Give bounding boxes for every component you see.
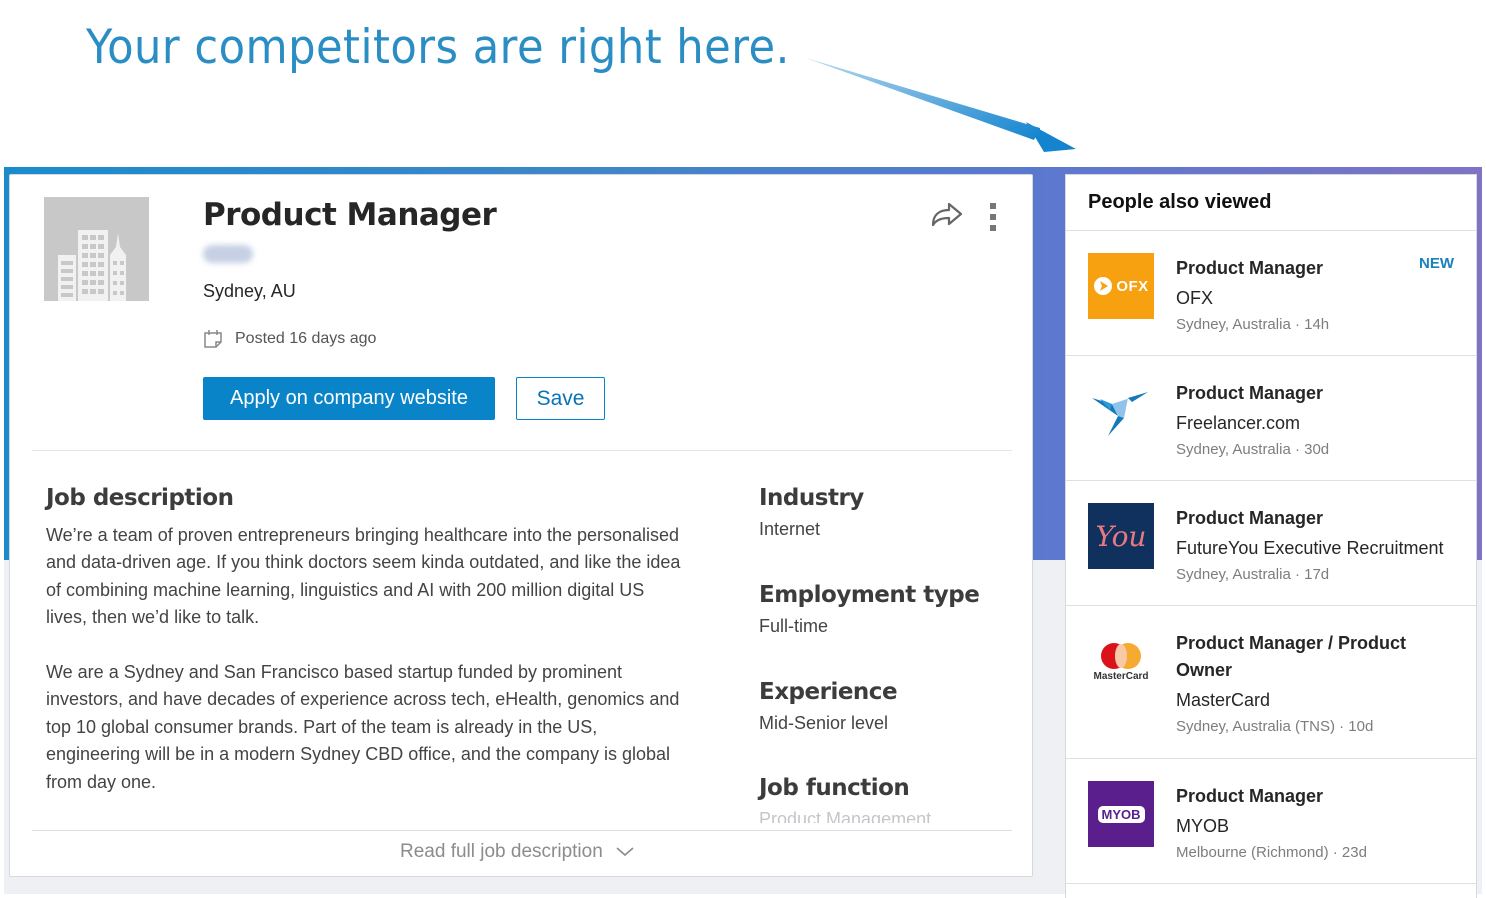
- list-item[interactable]: OFX Product Manager OFX Sydney, Australi…: [1066, 231, 1476, 356]
- ofx-logo-text: OFX: [1116, 277, 1149, 295]
- job-meta: Sydney, Australia · 14h: [1176, 316, 1330, 333]
- job-description-paragraph: We’re a team of proven entrepreneurs bri…: [46, 525, 681, 628]
- buildings-icon: [58, 230, 126, 301]
- mastercard-circles-icon: [1101, 642, 1141, 669]
- futureyou-logo-text: You: [1095, 519, 1147, 553]
- people-also-viewed-panel: People also viewed OFX Product Manager O…: [1065, 174, 1477, 898]
- divider: [32, 830, 1012, 831]
- criteria-employment-type: Employment type Full-time: [759, 582, 980, 637]
- job-title[interactable]: Product Manager: [1176, 255, 1456, 282]
- new-badge: NEW: [1419, 255, 1454, 272]
- list-item[interactable]: You Product Manager FutureYou Executive …: [1066, 481, 1476, 606]
- company-logo-placeholder: [44, 197, 149, 301]
- people-also-viewed-heading: People also viewed: [1066, 175, 1476, 231]
- criteria-label: Industry: [759, 485, 864, 511]
- mastercard-logo: MasterCard: [1088, 628, 1154, 694]
- chevron-down-icon: [616, 847, 634, 857]
- criteria-value: Full-time: [759, 616, 829, 636]
- read-full-job-description-button[interactable]: Read full job description: [400, 841, 635, 863]
- job-description-paragraph: We are a Sydney and San Francisco based …: [46, 662, 680, 792]
- job-title: Product Manager: [203, 197, 497, 233]
- posted-text: Posted 16 days ago: [235, 330, 377, 347]
- annotation-headline: Your competitors are right here.: [86, 20, 790, 75]
- calendar-icon: [204, 330, 222, 348]
- criteria-industry: Industry Internet: [759, 485, 864, 540]
- criteria-label: Job function: [759, 775, 910, 801]
- criteria-label: Employment type: [759, 582, 980, 608]
- job-title[interactable]: Product Manager: [1176, 505, 1456, 532]
- company-name: MasterCard: [1176, 690, 1271, 710]
- criteria-experience: Experience Mid-Senior level: [759, 679, 898, 734]
- company-name: Freelancer.com: [1176, 413, 1301, 433]
- apply-on-company-website-button[interactable]: Apply on company website: [203, 377, 495, 420]
- posted-date: Posted 16 days ago: [203, 329, 376, 349]
- job-location: Sydney, AU: [203, 281, 296, 301]
- list-item[interactable]: MYOB Product Manager MYOB Melbourne (Ric…: [1066, 759, 1476, 884]
- save-button[interactable]: Save: [516, 377, 605, 420]
- job-meta: Sydney, Australia · 17d: [1176, 566, 1330, 583]
- mastercard-logo-text: MasterCard: [1093, 670, 1149, 682]
- list-item[interactable]: Product Manager Freelancer.com Sydney, A…: [1066, 356, 1476, 481]
- more-options-icon[interactable]: [987, 201, 999, 233]
- read-more-label: Read full job description: [400, 841, 603, 862]
- criteria-label: Experience: [759, 679, 898, 705]
- job-meta: Sydney, Australia · 30d: [1176, 441, 1330, 458]
- myob-logo: MYOB: [1088, 781, 1154, 847]
- criteria-value: Product Management: [759, 809, 932, 823]
- list-item[interactable]: MasterCard Product Manager / Product Own…: [1066, 606, 1476, 759]
- company-name: OFX: [1176, 288, 1214, 308]
- freelancer-logo: [1092, 392, 1148, 436]
- criteria-value: Mid-Senior level: [759, 713, 889, 733]
- company-name: FutureYou Executive Recruitment: [1176, 538, 1444, 558]
- company-name-blurred[interactable]: [203, 245, 253, 263]
- job-title[interactable]: Product Manager: [1176, 783, 1456, 810]
- job-detail-card: Product Manager Sydney, AU Posted 16 day…: [9, 174, 1033, 877]
- criteria-job-function: Job function Product Management: [759, 775, 931, 823]
- myob-logo-text: MYOB: [1097, 805, 1145, 823]
- share-icon[interactable]: [930, 199, 964, 229]
- ofx-play-icon: [1094, 277, 1113, 295]
- annotation-arrow-icon: [806, 58, 1076, 152]
- futureyou-logo: You: [1088, 503, 1154, 569]
- ofx-logo: OFX: [1088, 253, 1154, 319]
- job-title[interactable]: Product Manager: [1176, 380, 1456, 407]
- company-name: MYOB: [1176, 816, 1230, 836]
- divider: [32, 450, 1012, 451]
- job-meta: Sydney, Australia (TNS) · 10d: [1176, 718, 1374, 735]
- criteria-value: Internet: [759, 519, 821, 539]
- job-description-heading: Job description: [46, 485, 234, 511]
- job-title[interactable]: Product Manager / Product Owner: [1176, 630, 1426, 684]
- job-meta: Melbourne (Richmond) · 23d: [1176, 844, 1367, 861]
